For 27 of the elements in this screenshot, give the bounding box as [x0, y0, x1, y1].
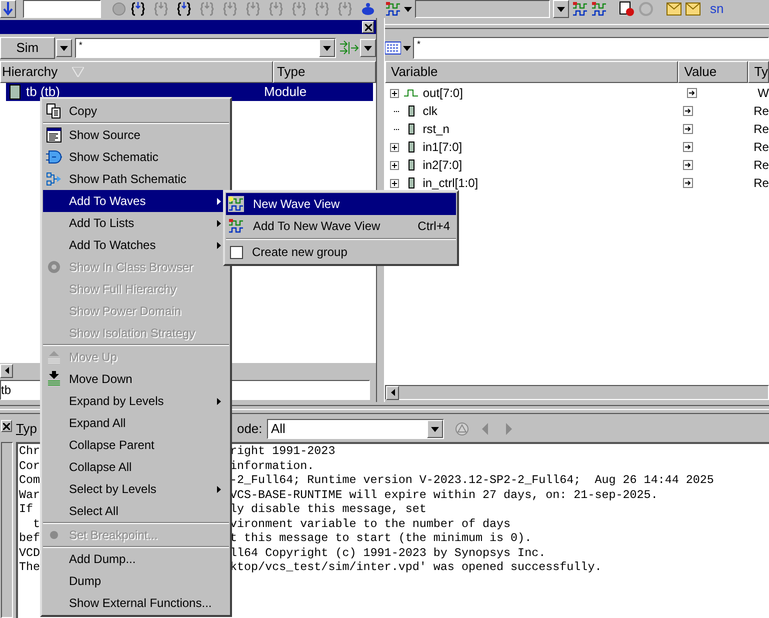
console-line: VCD	[19, 548, 40, 560]
variable-type: Re	[754, 139, 769, 156]
variable-type: Re	[754, 121, 769, 138]
console-line: right 1991-2023	[230, 446, 336, 458]
console-line: If	[19, 504, 34, 516]
console-line: ktop/vcs_test/sim/inter.vpd' was opened successfully.	[230, 562, 602, 574]
console-line: t	[32, 518, 40, 531]
variable-type: Re	[754, 157, 769, 174]
console-line: War	[19, 490, 40, 502]
variable-type: W	[758, 85, 769, 102]
logo: sn	[710, 0, 724, 18]
console-line: vironment variable to the number of days	[230, 518, 511, 531]
console-line: VCS-BASE-RUNTIME will expire within 27 days, on: 21-sep-2025.	[230, 490, 658, 502]
console-line: The	[19, 562, 40, 574]
console-line: -2_Full64; Runtime version V-2023.12-SP2-2_Full64; Aug 26 14:44 2025	[230, 475, 714, 488]
mode-label: ode:	[236, 420, 264, 438]
console-line: ll64 Copyright (c) 1991-2023 by Synopsys Inc.	[230, 548, 546, 560]
console-line: Chr	[19, 446, 40, 458]
console-line: ly disable this message, set	[230, 504, 426, 516]
console-line: Cor	[19, 460, 40, 473]
console-line: t this message to start (the minimum is 0).	[230, 533, 532, 546]
variable-type: Re	[754, 175, 769, 192]
console-line: information.	[230, 460, 314, 473]
console-line: bef	[19, 533, 40, 546]
console-line: Com	[19, 475, 40, 488]
type-label: Typ	[16, 420, 37, 438]
variable-type: Re	[754, 103, 769, 120]
